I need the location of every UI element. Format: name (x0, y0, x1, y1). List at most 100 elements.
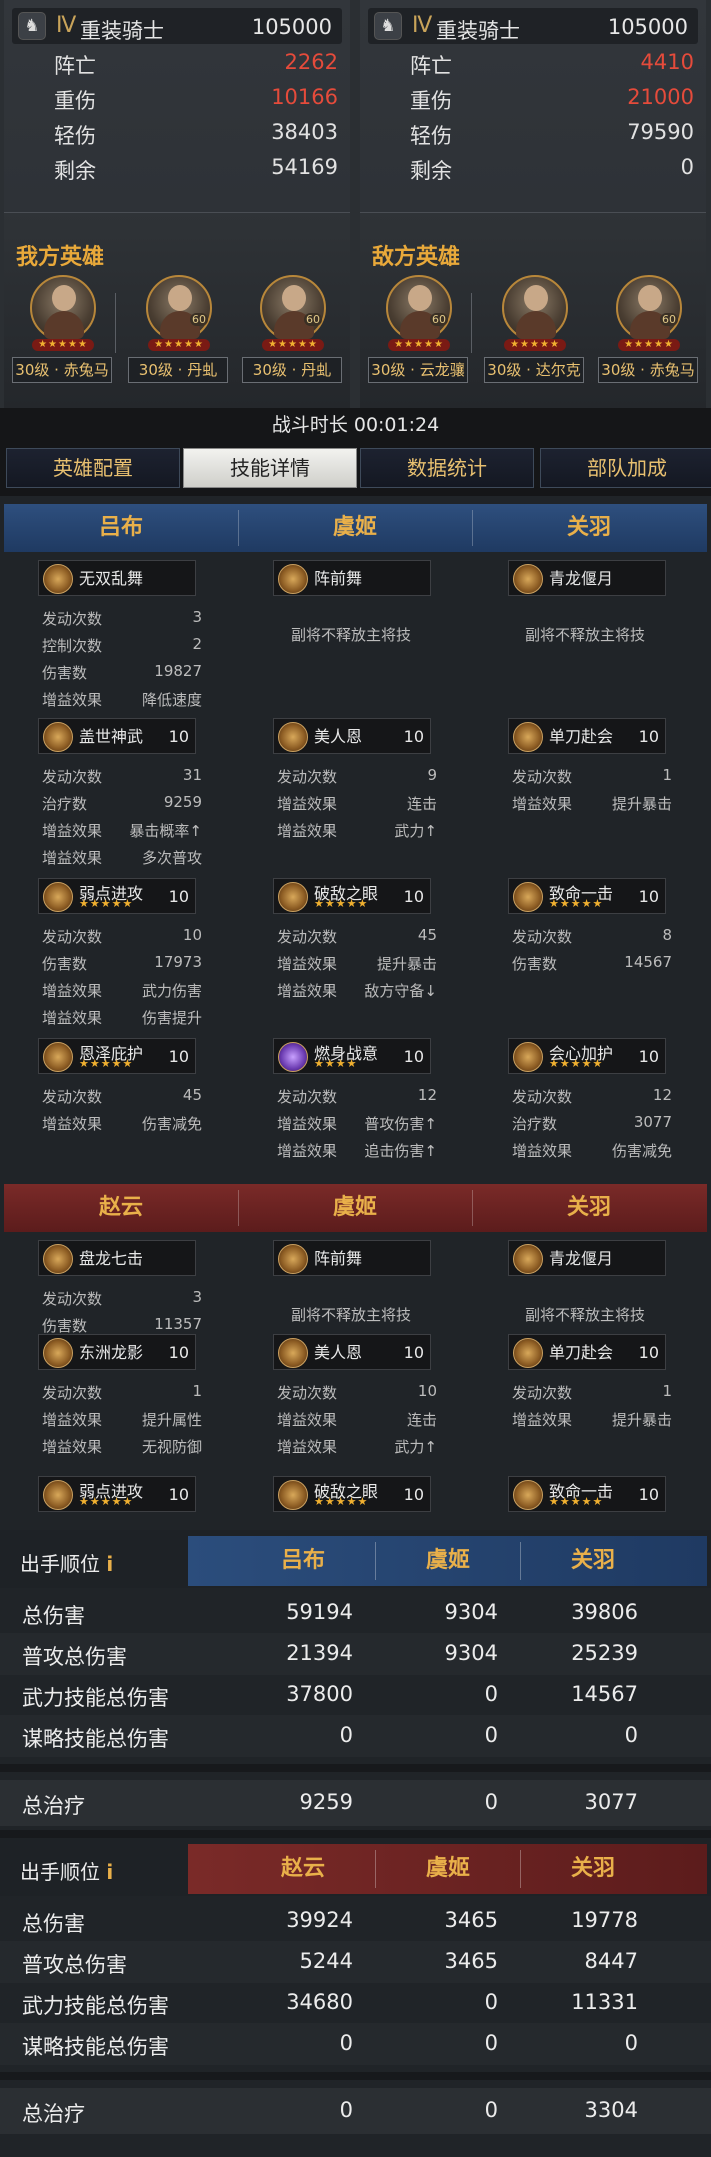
skill-chip[interactable]: 东洲龙影 10 (38, 1334, 196, 1370)
hero-card[interactable]: 60 ★★★★★ 30级 · 丹虬 (242, 275, 342, 399)
stats-row: 总伤害 39924 3465 19778 (0, 1900, 711, 1942)
stat-value: 提升属性 (141, 1411, 202, 1429)
our-unit-header: ♞ Ⅳ 重装骑士 105000 (12, 8, 342, 44)
skill-icon (43, 1244, 73, 1274)
row-value: 39806 (571, 1600, 638, 1624)
total-heal-row: 总治疗 9259 0 3077 (0, 1780, 711, 1826)
no-skill-note: 副将不释放主将技 (290, 626, 411, 644)
hero-card[interactable]: 60 ★★★★★ 30级 · 云龙骧 (368, 275, 468, 399)
skill-stars: ★★★★★ (549, 897, 604, 910)
skill-icon (278, 1338, 308, 1368)
hero-column-title: 虞姬 (332, 1195, 377, 1220)
skill-icon (278, 564, 308, 594)
tab-skill-details[interactable]: 技能详情 (183, 448, 357, 488)
hero-portrait (386, 275, 452, 341)
tab-data-stats[interactable]: 数据统计 (360, 448, 534, 488)
unit-count: 105000 (251, 15, 332, 39)
stat-label: 发动次数 (277, 1384, 338, 1402)
stats-row: 普攻总伤害 5244 3465 8447 (0, 1941, 711, 1983)
skill-chip[interactable]: 盖世神武 10 (38, 718, 196, 754)
skill-stat-row: 发动次数 45 (42, 1086, 202, 1106)
no-skill-note: 副将不释放主将技 (524, 626, 645, 644)
skill-chip[interactable]: 青龙偃月 (508, 560, 666, 596)
skill-chip[interactable]: 破敌之眼 ★★★★★ 10 (273, 878, 431, 914)
stat-value: 3077 (633, 1113, 672, 1131)
skill-chip[interactable]: 会心加护 ★★★★★ 10 (508, 1038, 666, 1074)
skill-chip[interactable]: 美人恩 10 (273, 1334, 431, 1370)
skill-chip[interactable]: 单刀赴会 10 (508, 1334, 666, 1370)
skill-name: 盖世神武 (79, 727, 144, 746)
skill-icon (43, 1338, 73, 1368)
info-icon[interactable]: i (106, 1860, 113, 1884)
skill-icon (43, 882, 73, 912)
skills-section-enemy: 赵云 虞姬 关羽 盘龙七击 发动次数 3 伤害数 11357 阵前舞 副将不释放主将技 青龙偃… (0, 1180, 711, 1530)
tab-hero-config[interactable]: 英雄配置 (6, 448, 180, 488)
skill-chip[interactable]: 美人恩 10 (273, 718, 431, 754)
info-icon[interactable]: i (106, 1552, 113, 1576)
skill-name: 单刀赴会 (549, 727, 614, 746)
turn-order-label[interactable]: 出手顺位 i (20, 1856, 113, 1885)
skill-chip[interactable]: 弱点进攻 ★★★★★ 10 (38, 878, 196, 914)
skill-chip[interactable]: 青龙偃月 (508, 1240, 666, 1276)
battle-duration: 战斗时长 00:01:24 (0, 408, 711, 442)
hero-card[interactable]: ★★★★★ 30级 · 赤兔马 (12, 275, 112, 399)
skill-chip[interactable]: 致命一击 ★★★★★ 10 (508, 1476, 666, 1512)
stat-row-light: 轻伤 79590 (410, 120, 694, 148)
skill-chip[interactable]: 单刀赴会 10 (508, 718, 666, 754)
skill-stat-row: 发动次数 10 (277, 1382, 437, 1402)
skill-chip[interactable]: 致命一击 ★★★★★ 10 (508, 878, 666, 914)
skill-chip[interactable]: 破敌之眼 ★★★★★ 10 (273, 1476, 431, 1512)
row-value: 14567 (571, 1682, 638, 1706)
army-summary: ♞ Ⅳ 重装骑士 105000 阵亡 2262 重伤 10166 轻伤 38403 剩… (0, 0, 711, 408)
stat-value: 10 (182, 926, 202, 944)
row-value: 0 (484, 2098, 498, 2122)
skill-stat-row: 发动次数 1 (512, 766, 672, 786)
hero-card[interactable]: 60 ★★★★★ 30级 · 丹虬 (128, 275, 228, 399)
skill-icon (513, 1480, 543, 1510)
stat-label: 增益效果 (277, 1411, 338, 1429)
skill-level: 10 (168, 1047, 189, 1066)
skill-stars: ★★★★★ (549, 1057, 604, 1070)
row-label: 谋略技能总伤害 (22, 2035, 169, 2059)
stat-label: 增益效果 (42, 691, 103, 709)
stat-value: 伤害减免 (611, 1142, 672, 1160)
skill-chip[interactable]: 阵前舞 (273, 560, 431, 596)
stat-value: 降低速度 (141, 691, 202, 709)
skill-stat-row: 增益效果 多次普攻 (42, 847, 202, 867)
skill-chip[interactable]: 阵前舞 (273, 1240, 431, 1276)
col-hero: 关羽 (570, 1548, 615, 1573)
skill-icon (278, 722, 308, 752)
skill-icon (278, 1042, 308, 1072)
stat-value: 普攻伤害↑ (364, 1115, 437, 1133)
stat-row-severe: 重伤 10166 (54, 85, 338, 113)
skill-chip[interactable]: 燃身战意 ★★★★ 10 (273, 1038, 431, 1074)
stat-value: 提升暴击 (611, 795, 672, 813)
skill-stat-row: 发动次数 9 (277, 766, 437, 786)
hero-card[interactable]: ★★★★★ 30级 · 达尔克 (484, 275, 584, 399)
row-label: 总治疗 (22, 1794, 85, 1818)
turn-order-label[interactable]: 出手顺位 i (20, 1548, 113, 1577)
enemy-unit-header: ♞ Ⅳ 重装骑士 105000 (368, 8, 698, 44)
stat-label: 治疗数 (42, 795, 88, 813)
hero-label: 30级 · 赤兔马 (598, 357, 698, 383)
stat-value: 1 (192, 1382, 202, 1400)
skill-level: 10 (168, 1485, 189, 1504)
skill-chip[interactable]: 无双乱舞 (38, 560, 196, 596)
hero-card[interactable]: 60 ★★★★★ 30级 · 赤兔马 (598, 275, 698, 399)
skill-chip[interactable]: 弱点进攻 ★★★★★ 10 (38, 1476, 196, 1512)
skill-chip[interactable]: 盘龙七击 (38, 1240, 196, 1276)
stat-label: 发动次数 (512, 1088, 573, 1106)
skill-stat-row: 控制次数 2 (42, 635, 202, 655)
stat-row-light: 轻伤 38403 (54, 120, 338, 148)
stat-label: 发动次数 (42, 1290, 103, 1308)
skills-header-our: 吕布 虞姬 关羽 (4, 504, 707, 552)
stat-label: 发动次数 (42, 768, 103, 786)
enemy-heroes-section: 敌方英雄 60 ★★★★★ 30级 · 云龙骧 ★★★★★ 30级 · 达尔克 … (360, 212, 706, 408)
skill-stat-row: 增益效果 连击 (277, 1409, 437, 1429)
skill-stat-row: 增益效果 武力↑ (277, 1436, 437, 1456)
tab-troop-bonus[interactable]: 部队加成 (540, 448, 711, 488)
row-value: 0 (484, 1682, 498, 1706)
unit-rank: Ⅳ (412, 13, 433, 38)
row-value: 11331 (571, 1990, 638, 2014)
skill-chip[interactable]: 恩泽庇护 ★★★★★ 10 (38, 1038, 196, 1074)
